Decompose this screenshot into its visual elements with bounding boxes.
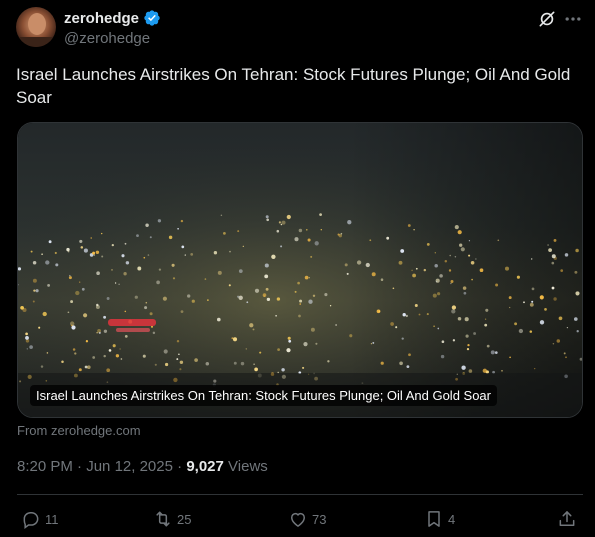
verified-badge-icon[interactable] (143, 9, 161, 27)
views-label: Views (228, 458, 268, 475)
meta-separator: · (177, 458, 183, 475)
tweet-time[interactable]: 8:20 PM (17, 458, 73, 475)
author-handle[interactable]: @zerohedge (64, 30, 150, 47)
bookmark-button[interactable]: 4 (424, 509, 455, 529)
reply-icon (23, 512, 39, 529)
author-name-row: zerohedge (64, 9, 161, 27)
meta-separator: · (77, 458, 83, 475)
retweet-button[interactable]: 25 (153, 509, 191, 529)
like-button[interactable]: 73 (288, 509, 326, 529)
media-card[interactable]: Israel Launches Airstrikes On Tehran: St… (17, 122, 583, 418)
share-icon (559, 511, 575, 526)
tweet: zerohedge @zerohedge Israel Launches Air… (0, 0, 595, 537)
views-count: 9,027 (186, 458, 224, 475)
share-button[interactable] (557, 509, 577, 529)
tweet-text: Israel Launches Airstrikes On Tehran: St… (16, 65, 571, 107)
bookmark-count: 4 (448, 511, 456, 527)
grok-icon[interactable] (537, 9, 557, 29)
retweet-icon (156, 511, 170, 527)
more-dots-icon[interactable] (563, 9, 583, 29)
like-count: 73 (312, 511, 327, 527)
reply-count: 11 (45, 511, 59, 527)
reply-button[interactable]: 11 (21, 509, 59, 529)
like-icon (291, 512, 305, 527)
bookmark-icon (428, 511, 440, 527)
tweet-date[interactable]: Jun 12, 2025 (86, 458, 173, 475)
divider (17, 494, 583, 495)
media-caption: Israel Launches Airstrikes On Tehran: St… (30, 385, 497, 406)
avatar[interactable] (16, 7, 56, 47)
link-source[interactable]: From zerohedge.com (17, 423, 141, 438)
retweet-count: 25 (177, 511, 192, 527)
author-display-name[interactable]: zerohedge (64, 10, 139, 27)
tweet-meta: 8:20 PM · Jun 12, 2025 · 9,027 Views (17, 458, 268, 475)
news-photo (18, 123, 582, 417)
